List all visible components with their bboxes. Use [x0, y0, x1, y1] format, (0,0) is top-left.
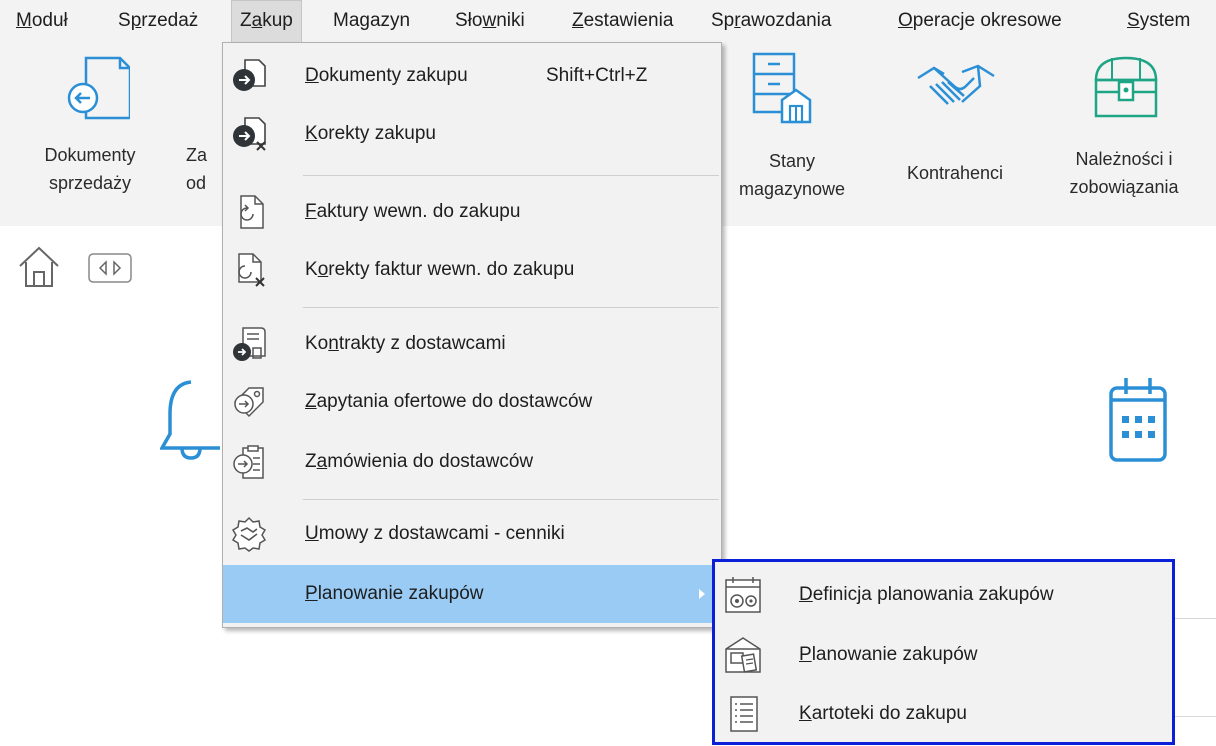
menu-item-umowy-cenniki[interactable]: Umowy z dostawcami - cenniki: [223, 509, 721, 559]
menu-modul[interactable]: Moduł: [16, 0, 68, 42]
tag-arrow-icon: [233, 387, 264, 418]
warehouse-list-icon: [725, 637, 761, 673]
menu-item-zamowienia[interactable]: Zamówienia do dostawców: [223, 437, 721, 487]
menu-item-label: Zamówienia do dostawców: [305, 451, 534, 472]
ribbon-zamowienia-partial[interactable]: Za od: [170, 42, 222, 226]
menu-system[interactable]: System: [1127, 0, 1190, 42]
arrows-left-right-icon[interactable]: [88, 253, 132, 283]
ribbon-label-line1: Należności i: [1075, 149, 1173, 169]
calendar-gears-icon: [725, 577, 761, 613]
list-document-icon: [730, 696, 758, 732]
document-arrow-left-icon: [67, 56, 130, 120]
menu-sprzedaz[interactable]: Sprzedaż: [118, 0, 198, 42]
menu-item-label: Zapytania ofertowe do dostawców: [305, 391, 593, 412]
menu-item-dokumenty-zakupu[interactable]: Dokumenty zakupu Shift+Ctrl+Z: [223, 51, 721, 101]
ribbon-label-line1: Za: [186, 145, 208, 165]
home-icon[interactable]: [16, 244, 62, 290]
ribbon-label-line1: Kontrahenci: [906, 163, 1004, 183]
menu-magazyn[interactable]: Magazyn: [333, 0, 410, 42]
submenu-item-label: Definicja planowania zakupów: [799, 584, 1054, 605]
menu-separator: [303, 307, 719, 308]
ribbon-naleznosci-zobowiazania[interactable]: Należności i zobowiązania: [1046, 42, 1202, 226]
clipboard-arrow-icon: [233, 445, 264, 479]
contract-icon: [233, 327, 266, 361]
handshake-seal-icon: [231, 516, 267, 552]
menu-item-label: Dokumenty zakupu: [305, 65, 468, 86]
menu-item-korekty-zakupu[interactable]: Korekty zakupu: [223, 109, 721, 159]
internal-invoice-icon: [240, 195, 264, 229]
menu-item-label: Korekty zakupu: [305, 123, 436, 144]
submenu-arrow-icon: [699, 589, 705, 599]
menubar: Moduł Sprzedaż Zakup Magazyn Słowniki Ze…: [0, 0, 1216, 42]
menu-separator: [303, 499, 719, 500]
bell-icon: [160, 380, 220, 460]
menu-item-label: Umowy z dostawcami - cenniki: [305, 523, 565, 544]
menu-separator: [303, 175, 719, 176]
treasure-chest-icon: [1094, 56, 1158, 118]
submenu-item-label: Planowanie zakupów: [799, 644, 978, 665]
submenu-item-label: Kartoteki do zakupu: [799, 703, 967, 724]
submenu-item-planowanie-zakupow[interactable]: Planowanie zakupów: [715, 625, 1172, 685]
menu-sprawozdania[interactable]: Sprawozdania: [711, 0, 831, 42]
planowanie-submenu: Definicja planowania zakupów Planowanie …: [712, 559, 1175, 745]
menu-item-kontrakty[interactable]: Kontrakty z dostawcami: [223, 319, 721, 369]
ribbon-stany-magazynowe[interactable]: Stany magazynowe: [722, 42, 862, 226]
menu-item-shortcut: Shift+Ctrl+Z: [546, 65, 648, 86]
divider-line: [1175, 716, 1216, 717]
internal-invoice-correction-icon: [238, 253, 265, 287]
menu-item-label: Kontrakty z dostawcami: [305, 333, 506, 354]
submenu-item-definicja-planowania[interactable]: Definicja planowania zakupów: [715, 565, 1172, 625]
ribbon-dokumenty-sprzedazy[interactable]: Dokumenty sprzedaży: [20, 42, 170, 226]
warehouse-cabinet-icon: [752, 52, 812, 124]
menu-item-label: Korekty faktur wewn. do zakupu: [305, 259, 575, 280]
menu-operacje-okresowe[interactable]: Operacje okresowe: [898, 0, 1062, 42]
zakup-dropdown-menu: Dokumenty zakupu Shift+Ctrl+Z Korekty za…: [222, 42, 722, 628]
menu-slowniki[interactable]: Słowniki: [455, 0, 525, 42]
ribbon-label-line2: sprzedaży: [48, 173, 132, 193]
ribbon-label-line1: Stany: [768, 151, 816, 171]
ribbon-label-line2: od: [186, 173, 207, 193]
menu-zestawienia[interactable]: Zestawienia: [572, 0, 673, 42]
menu-item-korekty-faktur-wewn[interactable]: Korekty faktur wewn. do zakupu: [223, 245, 721, 295]
menu-item-label: Planowanie zakupów: [305, 583, 484, 604]
submenu-item-kartoteki[interactable]: Kartoteki do zakupu: [715, 684, 1172, 744]
ribbon-kontrahenci[interactable]: Kontrahenci: [880, 42, 1030, 226]
menu-zakup[interactable]: Zakup: [231, 0, 302, 42]
document-correction-icon: [233, 117, 266, 151]
label-rest: okumenty zakupu: [318, 65, 468, 86]
menu-item-faktury-wewn[interactable]: Faktury wewn. do zakupu: [223, 187, 721, 237]
document-arrow-icon: [233, 59, 266, 91]
calendar-icon: [1109, 378, 1167, 462]
divider-line: [1175, 618, 1216, 619]
ribbon-label-line1: Dokumenty: [44, 145, 136, 165]
ribbon-label-line2: zobowiązania: [1069, 177, 1179, 197]
menu-item-label: Faktury wewn. do zakupu: [305, 201, 521, 222]
menu-item-planowanie-zakupow[interactable]: Planowanie zakupów: [223, 565, 721, 623]
menu-item-zapytania-ofertowe[interactable]: Zapytania ofertowe do dostawców: [223, 377, 721, 427]
handshake-icon: [917, 64, 995, 105]
ribbon-label-line2: magazynowe: [738, 179, 846, 199]
